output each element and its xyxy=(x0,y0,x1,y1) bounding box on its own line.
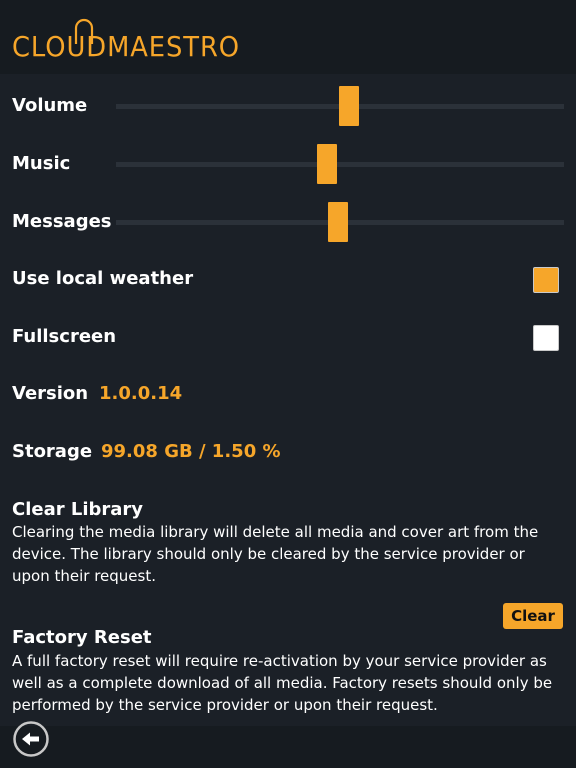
use-local-weather-checkbox[interactable] xyxy=(533,267,559,293)
version-label: Version xyxy=(12,383,89,404)
footer-bar xyxy=(0,726,576,768)
back-button[interactable] xyxy=(12,720,50,758)
clear-library-title: Clear Library xyxy=(12,499,144,520)
music-label: Music xyxy=(12,153,71,174)
logo-text: CLOUDMAESTRO xyxy=(12,30,240,63)
back-arrow-icon[interactable] xyxy=(13,721,49,757)
messages-slider[interactable] xyxy=(116,202,564,242)
messages-label: Messages xyxy=(12,211,112,232)
music-slider-track[interactable] xyxy=(116,162,564,167)
music-slider-thumb[interactable] xyxy=(316,144,337,184)
messages-slider-thumb[interactable] xyxy=(327,202,348,242)
music-slider[interactable] xyxy=(116,144,564,184)
fullscreen-checkbox[interactable] xyxy=(533,325,559,351)
volume-label: Volume xyxy=(12,95,88,116)
storage-value: 99.08 GB / 1.50 % xyxy=(101,441,281,462)
clear-library-button[interactable]: Clear xyxy=(503,603,563,629)
factory-reset-description: A full factory reset will require re-act… xyxy=(12,652,553,714)
header-bar: CLOUDMAESTRO xyxy=(0,0,576,74)
volume-slider[interactable] xyxy=(116,86,564,126)
volume-slider-thumb[interactable] xyxy=(338,86,359,126)
factory-reset-title: Factory Reset xyxy=(12,627,152,648)
cloudmaestro-logo: CLOUDMAESTRO xyxy=(12,18,240,63)
version-value: 1.0.0.14 xyxy=(99,383,183,404)
use-local-weather-label: Use local weather xyxy=(12,268,194,289)
clear-library-description: Clearing the media library will delete a… xyxy=(12,523,539,585)
storage-label: Storage xyxy=(12,441,93,462)
settings-panel: Volume Music Messages Use local weather … xyxy=(0,74,576,726)
fullscreen-label: Fullscreen xyxy=(12,326,117,347)
